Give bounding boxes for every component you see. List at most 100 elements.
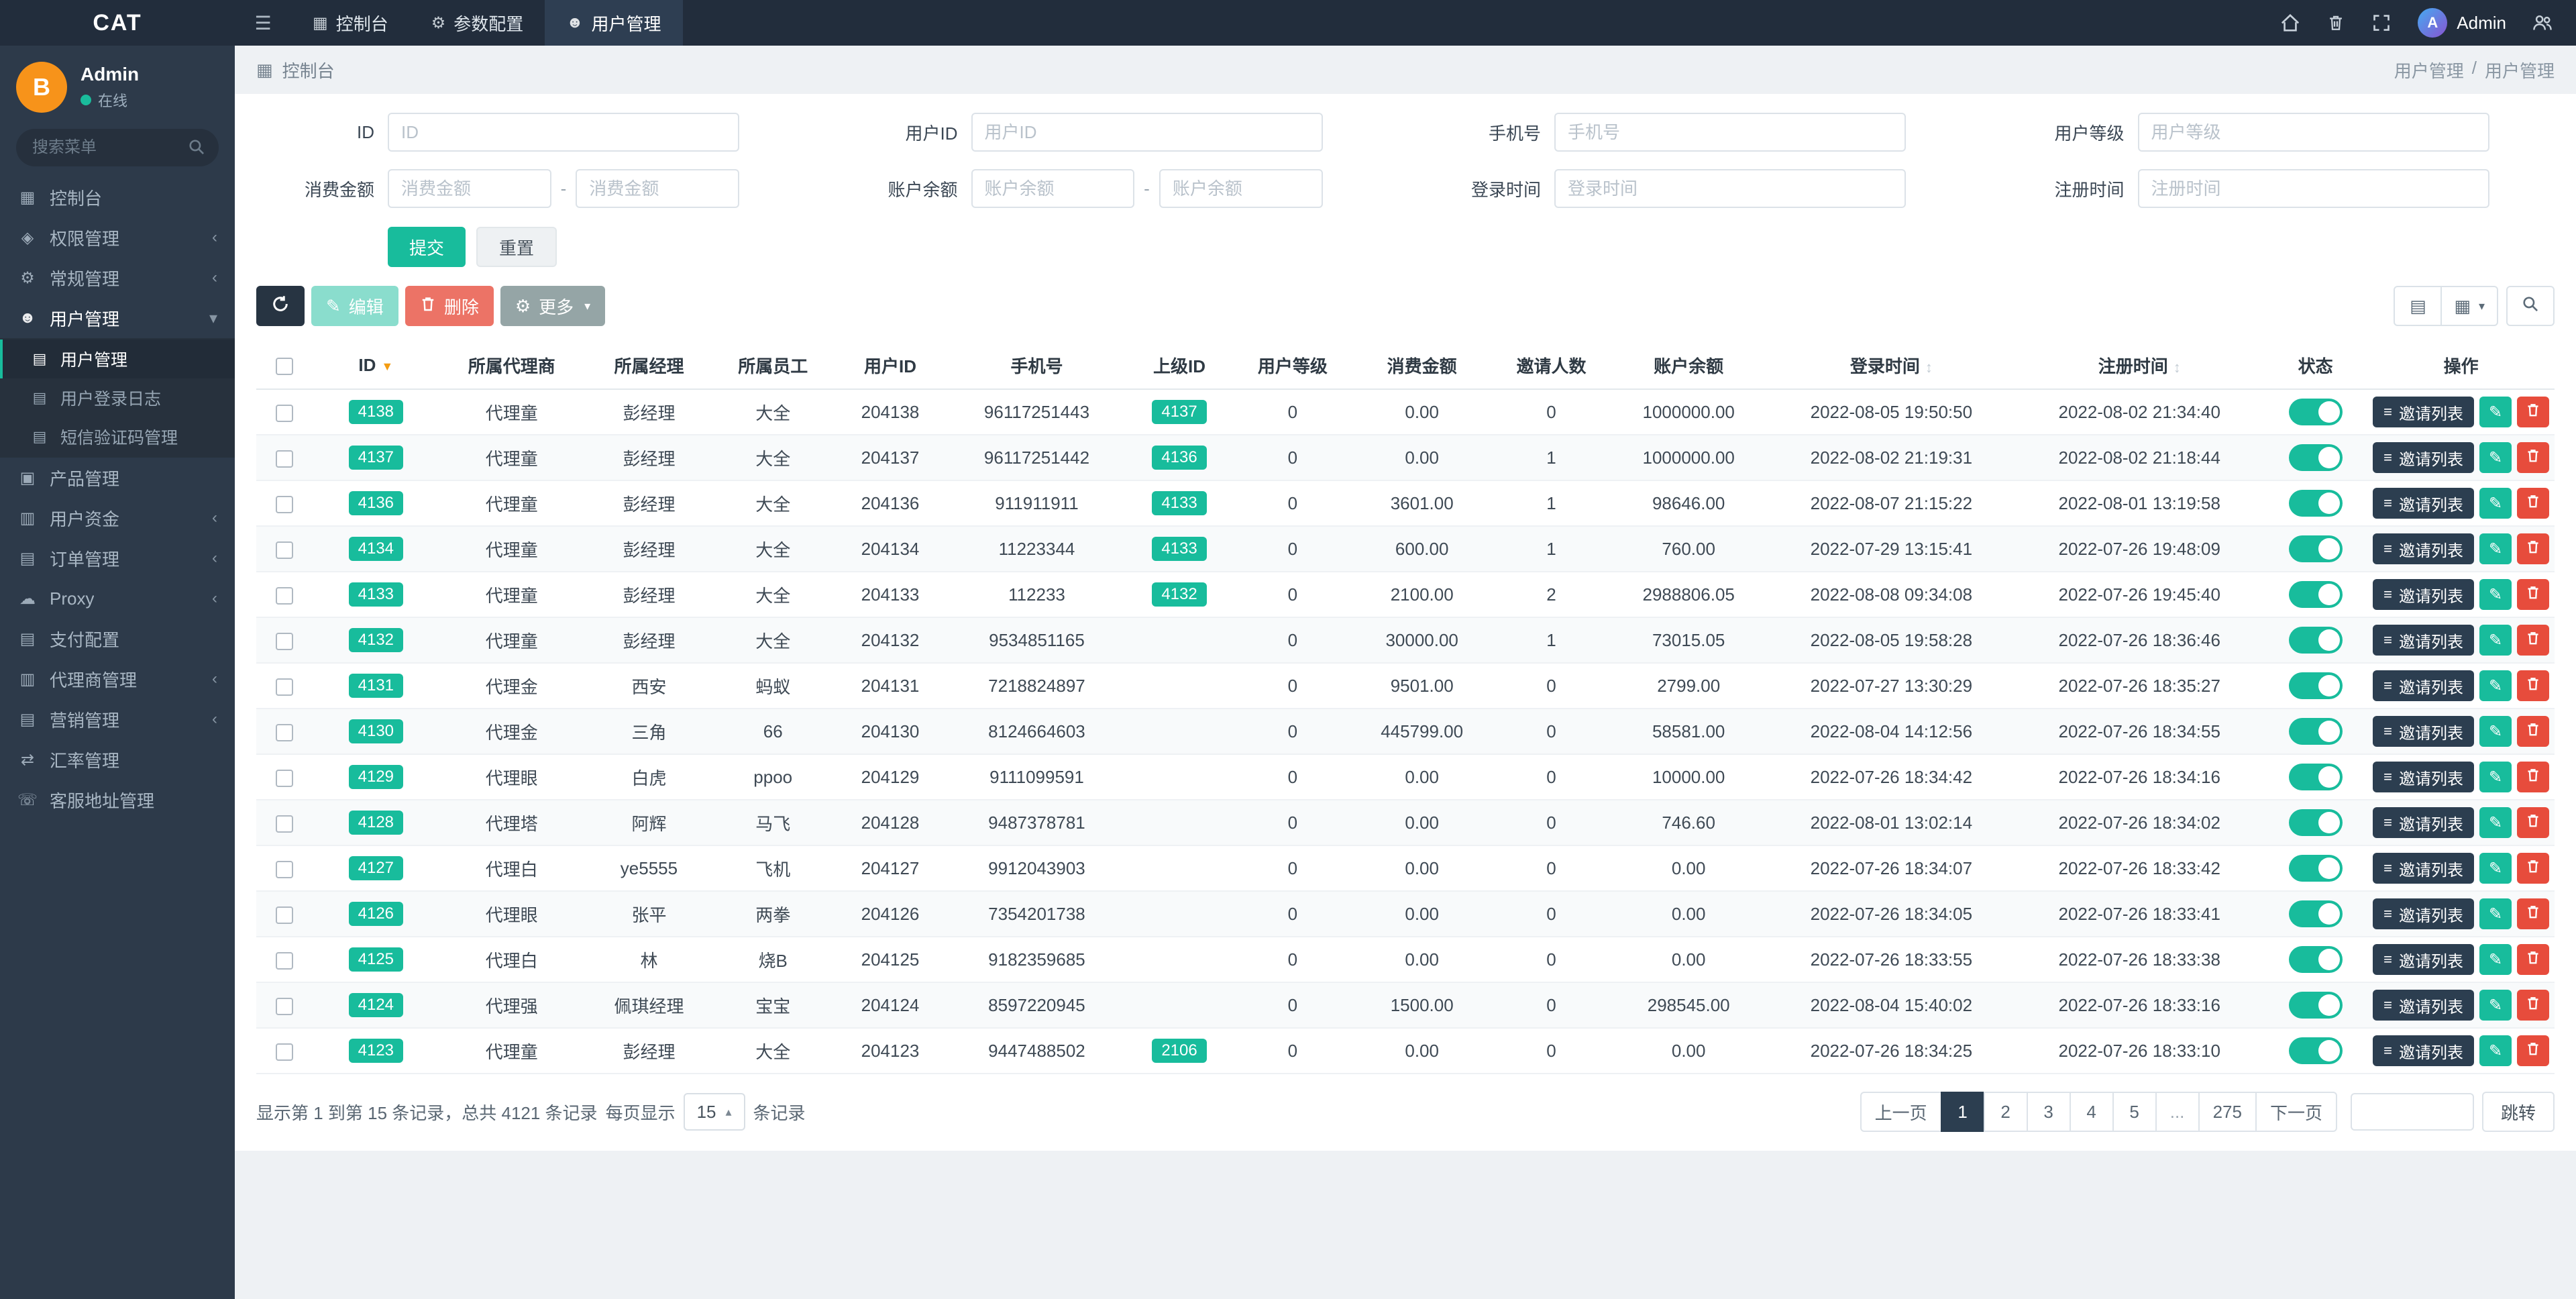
row-edit-button[interactable]: ✎ xyxy=(2479,670,2512,701)
page-jump-button[interactable]: 跳转 xyxy=(2481,1092,2555,1132)
sidebar-item-orders[interactable]: ▤ 订单管理 ‹ xyxy=(0,538,235,578)
row-edit-button[interactable]: ✎ xyxy=(2479,762,2512,792)
row-checkbox[interactable] xyxy=(275,586,293,605)
invite-list-button[interactable]: ≡ 邀请列表 xyxy=(2373,579,2474,610)
row-delete-button[interactable] xyxy=(2517,579,2549,610)
invite-list-button[interactable]: ≡ 邀请列表 xyxy=(2373,625,2474,656)
sidebar-item-console[interactable]: ▦ 控制台 xyxy=(0,177,235,217)
prev-page-button[interactable]: 上一页 xyxy=(1860,1092,1942,1132)
row-delete-button[interactable] xyxy=(2517,397,2549,427)
row-checkbox[interactable] xyxy=(275,450,293,468)
row-checkbox[interactable] xyxy=(275,632,293,650)
search-toggle-button[interactable] xyxy=(2506,286,2555,326)
nav-tab-params[interactable]: ⚙ 参数配置 xyxy=(410,0,545,46)
sidebar-subitem-login-logs[interactable]: ▤ 用户登录日志 xyxy=(0,378,235,417)
account-balance-min-input[interactable] xyxy=(971,169,1135,208)
row-checkbox[interactable] xyxy=(275,997,293,1015)
row-delete-button[interactable] xyxy=(2517,1035,2549,1066)
consume-amount-min-input[interactable] xyxy=(388,169,551,208)
status-toggle[interactable] xyxy=(2288,900,2343,927)
invite-list-button[interactable]: ≡ 邀请列表 xyxy=(2373,533,2474,564)
invite-list-button[interactable]: ≡ 邀请列表 xyxy=(2373,990,2474,1021)
status-toggle[interactable] xyxy=(2288,581,2343,608)
consume-amount-max-input[interactable] xyxy=(576,169,740,208)
row-checkbox[interactable] xyxy=(275,495,293,513)
sidebar-item-proxy[interactable]: ☁ Proxy ‹ xyxy=(0,578,235,619)
invite-list-button[interactable]: ≡ 邀请列表 xyxy=(2373,853,2474,884)
phone-input[interactable] xyxy=(1554,113,1906,152)
sidebar-item-service-address[interactable]: ☏ 客服地址管理 xyxy=(0,780,235,820)
nav-tab-users[interactable]: ☻ 用户管理 xyxy=(545,0,683,46)
row-delete-button[interactable] xyxy=(2517,442,2549,473)
row-delete-button[interactable] xyxy=(2517,670,2549,701)
invite-list-button[interactable]: ≡ 邀请列表 xyxy=(2373,670,2474,701)
status-toggle[interactable] xyxy=(2288,946,2343,973)
row-checkbox[interactable] xyxy=(275,769,293,787)
row-edit-button[interactable]: ✎ xyxy=(2479,807,2512,838)
row-checkbox[interactable] xyxy=(275,815,293,833)
user-level-input[interactable] xyxy=(2137,113,2489,152)
status-toggle[interactable] xyxy=(2288,672,2343,699)
sidebar-item-payment-config[interactable]: ▤ 支付配置 xyxy=(0,619,235,659)
row-edit-button[interactable]: ✎ xyxy=(2479,898,2512,929)
breadcrumb-parent[interactable]: 用户管理 xyxy=(2394,58,2464,83)
page-button-3[interactable]: 3 xyxy=(2026,1092,2071,1132)
invite-list-button[interactable]: ≡ 邀请列表 xyxy=(2373,762,2474,792)
sidebar-item-marketing[interactable]: ▤ 营销管理 ‹ xyxy=(0,699,235,739)
row-delete-button[interactable] xyxy=(2517,488,2549,519)
login-time-input[interactable] xyxy=(1554,169,1906,208)
trash-icon[interactable] xyxy=(2313,0,2359,46)
invite-list-button[interactable]: ≡ 邀请列表 xyxy=(2373,898,2474,929)
sidebar-item-agents[interactable]: ▥ 代理商管理 ‹ xyxy=(0,659,235,699)
row-edit-button[interactable]: ✎ xyxy=(2479,1035,2512,1066)
page-button-1[interactable]: 1 xyxy=(1940,1092,1985,1132)
table-view-button[interactable]: ▤ xyxy=(2394,286,2443,326)
row-delete-button[interactable] xyxy=(2517,762,2549,792)
submit-button[interactable]: 提交 xyxy=(388,227,466,267)
status-toggle[interactable] xyxy=(2288,399,2343,425)
fullscreen-icon[interactable] xyxy=(2359,0,2404,46)
row-edit-button[interactable]: ✎ xyxy=(2479,625,2512,656)
row-delete-button[interactable] xyxy=(2517,944,2549,975)
next-page-button[interactable]: 下一页 xyxy=(2255,1092,2337,1132)
edit-button[interactable]: ✎ 编辑 xyxy=(311,286,398,326)
row-edit-button[interactable]: ✎ xyxy=(2479,944,2512,975)
row-edit-button[interactable]: ✎ xyxy=(2479,579,2512,610)
row-edit-button[interactable]: ✎ xyxy=(2479,990,2512,1021)
refresh-button[interactable] xyxy=(256,286,305,326)
row-delete-button[interactable] xyxy=(2517,625,2549,656)
row-checkbox[interactable] xyxy=(275,951,293,970)
row-delete-button[interactable] xyxy=(2517,533,2549,564)
sidebar-item-products[interactable]: ▣ 产品管理 xyxy=(0,458,235,498)
row-checkbox[interactable] xyxy=(275,1043,293,1061)
status-toggle[interactable] xyxy=(2288,992,2343,1019)
row-edit-button[interactable]: ✎ xyxy=(2479,533,2512,564)
status-toggle[interactable] xyxy=(2288,855,2343,882)
row-delete-button[interactable] xyxy=(2517,898,2549,929)
sidebar-item-permissions[interactable]: ◈ 权限管理 ‹ xyxy=(0,217,235,258)
row-edit-button[interactable]: ✎ xyxy=(2479,716,2512,747)
sidebar-subitem-sms-codes[interactable]: ▤ 短信验证码管理 xyxy=(0,417,235,456)
invite-list-button[interactable]: ≡ 邀请列表 xyxy=(2373,944,2474,975)
column-header-id[interactable]: ID ▼ xyxy=(312,342,440,390)
more-button[interactable]: ⚙ 更多 ▾ xyxy=(500,286,606,326)
sidebar-item-user-funds[interactable]: ▥ 用户资金 ‹ xyxy=(0,498,235,538)
page-button-2[interactable]: 2 xyxy=(1983,1092,2028,1132)
page-button-275[interactable]: 275 xyxy=(2198,1092,2257,1132)
row-checkbox[interactable] xyxy=(275,906,293,924)
status-toggle[interactable] xyxy=(2288,1037,2343,1064)
user-menu[interactable]: A Admin xyxy=(2404,8,2520,38)
select-all-checkbox[interactable] xyxy=(275,358,293,376)
row-edit-button[interactable]: ✎ xyxy=(2479,853,2512,884)
account-balance-max-input[interactable] xyxy=(1159,169,1323,208)
row-checkbox[interactable] xyxy=(275,541,293,559)
row-delete-button[interactable] xyxy=(2517,990,2549,1021)
invite-list-button[interactable]: ≡ 邀请列表 xyxy=(2373,716,2474,747)
sidebar-item-exchange-rates[interactable]: ⇄ 汇率管理 xyxy=(0,739,235,780)
row-edit-button[interactable]: ✎ xyxy=(2479,397,2512,427)
column-header-register_time[interactable]: 注册时间 ↕ xyxy=(2015,342,2264,390)
row-checkbox[interactable] xyxy=(275,404,293,422)
status-toggle[interactable] xyxy=(2288,627,2343,654)
sidebar-subitem-user-list[interactable]: ▤ 用户管理 xyxy=(0,340,235,378)
user-id-input[interactable] xyxy=(971,113,1323,152)
